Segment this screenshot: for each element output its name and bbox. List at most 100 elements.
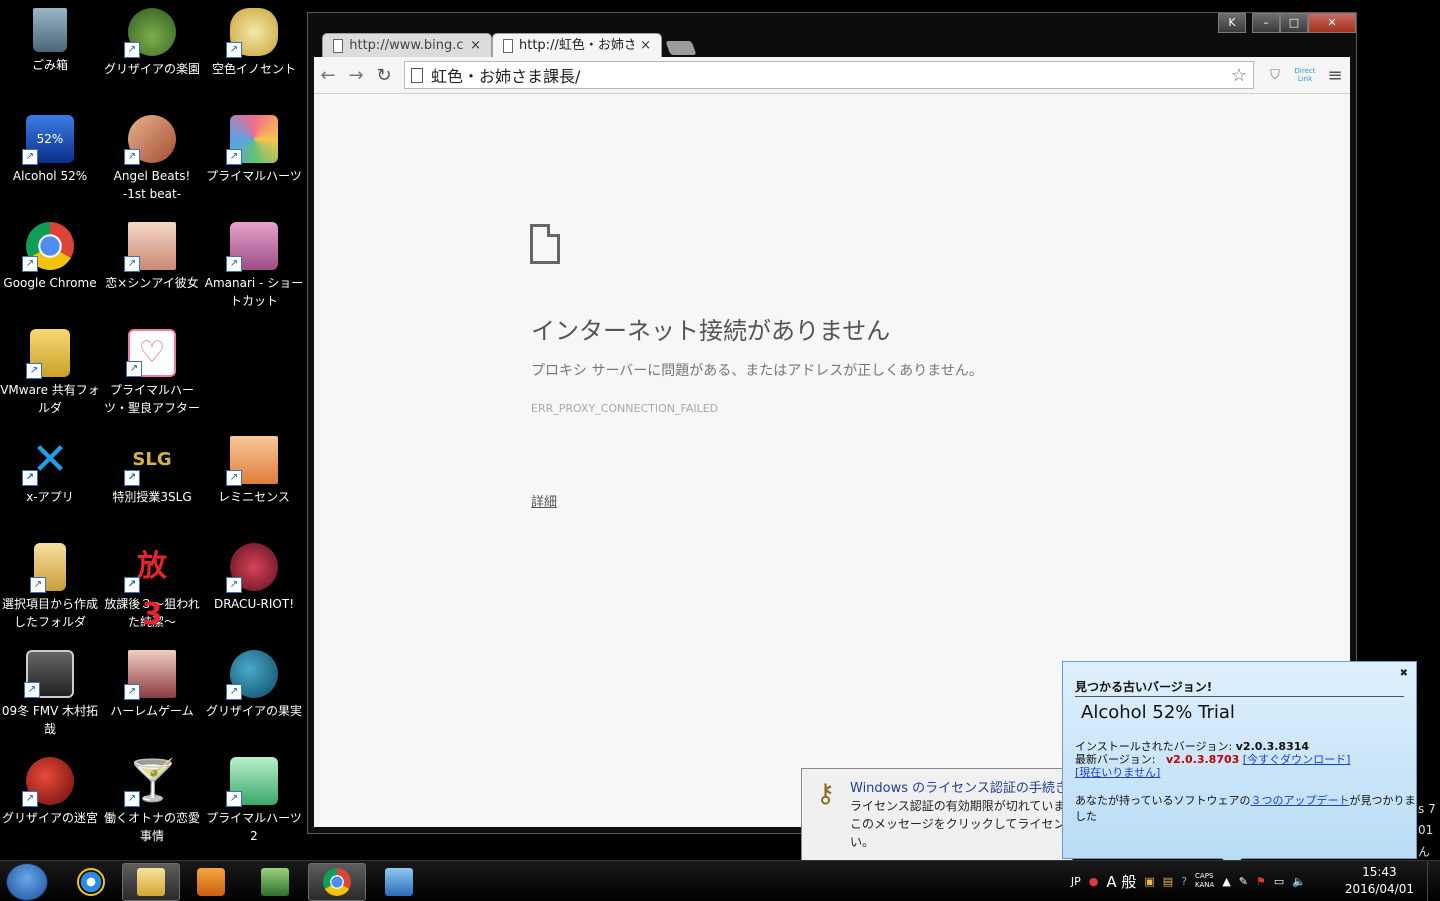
desktop-icon-alcohol[interactable]: 52% ↗ Alcohol 52% [0,109,100,185]
direct-link-extension[interactable]: Direct Link [1290,67,1320,83]
shortcut-arrow-icon: ↗ [226,791,242,807]
game-character-icon: ↗ [124,650,176,700]
taskbar-file-explorer[interactable] [122,863,180,901]
maximize-button[interactable]: □ [1280,13,1308,33]
cocktail-icon: 🍸 ↗ [124,757,178,807]
ime-mode[interactable]: A 般 [1106,871,1136,892]
minimize-button[interactable]: – [1252,13,1280,33]
license-line-3: い。 [850,835,875,849]
desktop-icon-google-chrome[interactable]: ↗ Google Chrome [0,216,100,292]
desktop-icon-tokubetsu-jugyou[interactable]: SLG ↗ 特別授業3SLG [102,430,202,506]
back-icon[interactable]: ← [314,65,342,86]
updates-link[interactable]: ３つのアップデート [1250,794,1349,807]
update-message: あなたが持っているソフトウェアの３つのアップデートが見つかりました [1075,792,1416,824]
edge-text-1: s 7 [1418,802,1436,816]
forward-icon[interactable]: → [342,65,370,86]
volume-icon[interactable]: 🔈 [1292,875,1306,888]
tab-bing[interactable]: http://www.bing.com/ × [322,33,492,57]
desktop-icon-amanari[interactable]: ↗ Amanari - ショートカット [204,216,304,310]
ie-icon [77,868,105,896]
close-window-button[interactable]: ✕ [1308,13,1356,33]
language-indicator[interactable]: JP [1071,875,1081,888]
shortcut-arrow-icon: ↗ [226,149,242,165]
desktop-icon-new-folder[interactable]: ↗ 選択項目から作成したフォルダ [0,537,100,631]
desktop-icon-primal-hearts-2[interactable]: ↗ プライマルハーツ2 [204,751,304,845]
flower-icon: ↗ [226,115,278,165]
desktop-icon-vmware-shared-folder[interactable]: ↗ VMware 共有フォルダ [0,323,100,417]
close-tab-icon[interactable]: × [640,34,651,58]
show-desktop-button[interactable] [1427,861,1440,901]
desktop-icon-hataraku-otona[interactable]: 🍸 ↗ 働くオトナの恋愛事情 [102,751,202,845]
ime-tools-icon[interactable]: ▣ [1144,875,1154,888]
download-now-link[interactable]: [今すぐダウンロード] [1243,753,1351,766]
page-icon [333,38,344,53]
license-notification[interactable]: ⚷ Windows のライセンス認証の手続き ライセンス認証の有効期限が切れてい… [801,768,1073,862]
bookmark-star-icon[interactable]: ☆ [1231,65,1247,86]
shortcut-arrow-icon: ↗ [22,470,38,486]
pen-tray-icon[interactable]: ✎ [1239,875,1248,888]
new-tab-button[interactable] [665,41,697,55]
desktop-icon-primal-hearts-after[interactable]: ♡ ↗ プライマルハーツ・聖良アフター [102,323,202,417]
desktop-icon-x-app[interactable]: ✕ ↗ x-アプリ [0,430,100,506]
shortcut-arrow-icon: ↗ [226,42,242,58]
desktop-icon-grisaia-kajitsu[interactable]: ↗ グリザイアの果実 [204,644,304,720]
ime-dictionary-icon[interactable]: ▤ [1163,875,1173,888]
desktop-icon-houkago-3[interactable]: 放3 ↗ 放課後３～狙われた純潔～ [102,537,202,632]
action-center-icon[interactable]: ⚑ [1256,875,1266,888]
desktop-icon-harem-game[interactable]: ↗ ハーレムゲーム [102,644,202,720]
shortcut-arrow-icon: ↗ [124,791,140,807]
tab-active[interactable]: http://虹色・お姉さま課 × [492,33,662,57]
tab-strip: http://www.bing.com/ × http://虹色・お姉さま課 × [322,31,697,57]
tab-title: http://www.bing.com/ [349,37,464,53]
game-character-icon: ↗ [226,543,278,593]
show-hidden-icons[interactable]: ▲ [1222,875,1230,888]
start-button[interactable] [6,863,48,901]
desktop-icon-sorairo-innocent[interactable]: ↗ 空色イノセント [204,2,304,78]
desktop-icon-grisaia-meikyuu[interactable]: ↗ グリザイアの迷宮 [0,751,100,827]
taskbar-google-chrome[interactable] [308,863,366,901]
taskbar-internet-explorer[interactable] [62,863,120,901]
menu-icon[interactable]: ≡ [1320,65,1350,86]
shortcut-arrow-icon: ↗ [30,577,46,593]
folder-icon [137,868,165,896]
details-link[interactable]: 詳細 [531,491,557,510]
clock[interactable]: 15:43 2016/04/01 [1345,864,1414,898]
ime-help-icon[interactable]: ? [1181,875,1187,888]
shortcut-arrow-icon: ↗ [226,256,242,272]
edge-text-3: ん [1418,845,1431,859]
address-bar[interactable]: 虹色・お姉さま課長/ ☆ [404,61,1254,89]
shield-extension-icon[interactable]: ⛉ [1260,68,1290,83]
shortcut-arrow-icon: ↗ [26,363,42,379]
license-line-1: ライセンス認証の有効期限が切れていま [850,799,1066,813]
desktop-icon-dracu-riot[interactable]: ↗ DRACU-RIOT! [204,537,304,613]
shortcut-arrow-icon: ↗ [22,149,38,165]
houkago-icon: 放3 ↗ [124,543,176,632]
bird-icon: ↗ [226,8,278,58]
desktop-icon-recycle-bin[interactable]: ごみ箱 [0,2,100,74]
product-name: Alcohol 52% Trial [1081,702,1235,723]
not-now-link[interactable]: [現在いりません] [1075,766,1160,779]
desktop-icon-grisaia-rakuen[interactable]: ↗ グリザイアの楽園 [102,2,202,78]
close-tab-icon[interactable]: × [470,34,481,58]
media-player-icon [197,868,225,896]
shortcut-arrow-icon: ↗ [124,577,140,593]
profile-button[interactable]: K [1218,13,1246,33]
desktop-icon-reminiscence[interactable]: ↗ レミニセンス [204,430,304,506]
reload-icon[interactable]: ↻ [370,65,398,86]
desktop-icon-angel-beats[interactable]: ↗ Angel Beats! -1st beat- [102,109,202,203]
angel-beats-icon: ↗ [124,115,176,165]
network-tray-icon[interactable]: ▭ [1274,875,1284,888]
shortcut-arrow-icon: ↗ [22,256,38,272]
taskbar-media-player[interactable] [182,863,240,901]
taskbar-network-app[interactable] [370,863,428,901]
ime-pin-icon[interactable]: ● [1089,875,1099,888]
browser-toolbar: ← → ↻ 虹色・お姉さま課長/ ☆ ⛉ Direct Link ≡ [314,57,1350,94]
desktop-icon-primal-hearts[interactable]: ↗ プライマルハーツ [204,109,304,185]
apple-icon: ↗ [22,757,74,807]
desktop-icon-koi-shinai-kanojo[interactable]: ↗ 恋×シンアイ彼女 [102,216,202,292]
desktop-icon-fmv-video[interactable]: ↗ 09冬 FMV 木村拓哉 [0,644,100,738]
taskbar-system-app[interactable] [246,863,304,901]
slg-icon: SLG ↗ [124,436,176,486]
error-title: インターネット接続がありません [531,317,891,345]
shortcut-arrow-icon: ↗ [124,470,140,486]
